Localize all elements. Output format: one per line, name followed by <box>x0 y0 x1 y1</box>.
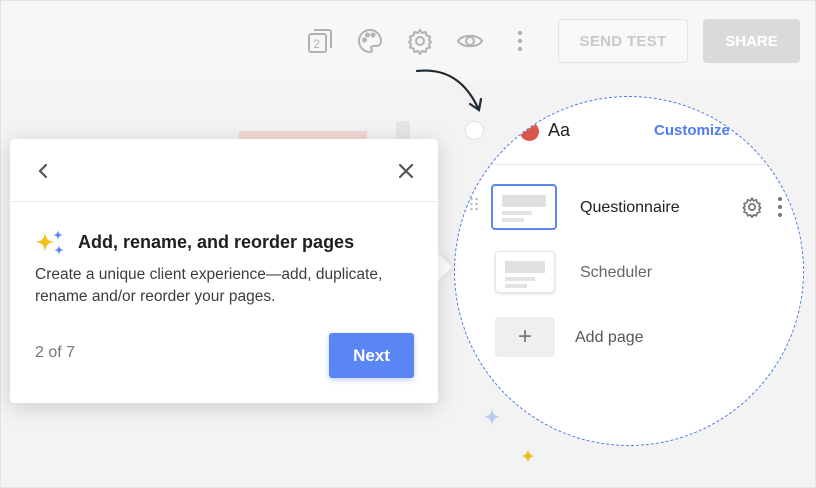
page-settings-gear-icon[interactable] <box>741 196 763 218</box>
add-page-plus-button[interactable]: + <box>495 317 555 357</box>
page-thumbnail-questionnaire[interactable] <box>491 184 557 230</box>
page-count-icon[interactable]: 2 <box>302 23 338 59</box>
page-more-icon[interactable] <box>775 196 785 218</box>
sparkle-icon <box>521 449 535 463</box>
panel-divider <box>471 164 803 165</box>
page-name-scheduler[interactable]: Scheduler <box>580 264 652 282</box>
theme-swatch-gray[interactable] <box>493 122 512 141</box>
gear-icon[interactable] <box>402 23 438 59</box>
next-button[interactable]: Next <box>329 333 414 378</box>
tour-step-counter: 2 of 7 <box>35 344 76 361</box>
sparkle-icon <box>35 230 64 255</box>
drag-handle-icon[interactable] <box>469 197 479 211</box>
more-vertical-icon[interactable] <box>502 23 538 59</box>
close-button[interactable] <box>394 159 418 183</box>
eye-icon[interactable] <box>452 23 488 59</box>
page-name-questionnaire[interactable]: Questionnaire <box>580 199 680 217</box>
onboarding-tooltip: Add, rename, and reorder pages Create a … <box>10 139 438 403</box>
page-count-badge: 2 <box>314 37 321 51</box>
share-button[interactable]: SHARE <box>703 19 800 63</box>
top-toolbar: 2 SEND TEST SHARE <box>1 1 815 81</box>
back-button[interactable] <box>32 159 56 183</box>
close-icon <box>398 163 414 179</box>
page-thumbnail-scheduler[interactable] <box>495 251 555 293</box>
font-preview[interactable]: Aa <box>548 120 570 141</box>
tooltip-header <box>10 139 438 202</box>
customize-theme-link[interactable]: Customize theme <box>654 122 778 139</box>
tooltip-title-row: Add, rename, and reorder pages <box>34 229 354 255</box>
send-test-button[interactable]: SEND TEST <box>558 19 688 63</box>
chevron-left-icon <box>38 163 48 179</box>
palette-icon[interactable] <box>352 23 388 59</box>
spotlight-highlight: Aa Customize theme Questionnaire Schedul… <box>454 96 804 446</box>
sparkle-icon <box>484 409 500 425</box>
curved-arrow-icon <box>415 69 483 112</box>
theme-swatch-red[interactable] <box>520 122 539 141</box>
tooltip-description: Create a unique client experience—add, d… <box>35 266 383 305</box>
plus-icon: + <box>517 323 532 350</box>
tooltip-title: Add, rename, and reorder pages <box>78 231 355 252</box>
add-page-label[interactable]: Add page <box>575 329 644 347</box>
